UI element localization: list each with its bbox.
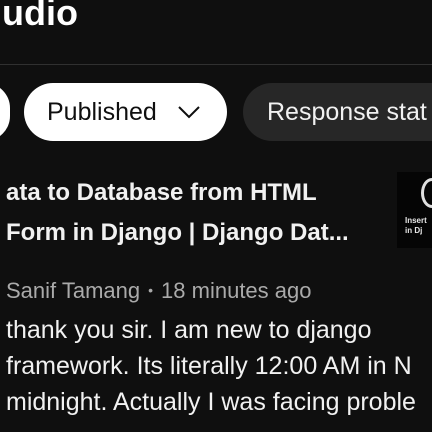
- comment-author[interactable]: Sanif Tamang: [6, 278, 140, 303]
- video-title-line-2: Form in Django | Django Dat...: [6, 219, 349, 246]
- video-title-line-1: ata to Database from HTML: [6, 179, 317, 206]
- comment-line: thank you sir. I am new to django: [6, 316, 372, 344]
- video-thumbnail[interactable]: Insert in Dj: [397, 172, 432, 248]
- comment-body: thank you sir. I am new to django framew…: [6, 312, 432, 420]
- filter-chip-offscreen[interactable]: [0, 83, 10, 141]
- comment-line: framework. Its literally 12:00 AM in N: [6, 352, 412, 380]
- chevron-down-icon: [177, 100, 201, 124]
- header-divider: [0, 64, 432, 65]
- thumbnail-graphic: [421, 178, 432, 208]
- published-filter-label: Published: [47, 97, 157, 126]
- studio-comments-screen: udio Published Response stat ata to Data…: [0, 0, 432, 432]
- meta-separator: •: [148, 282, 154, 298]
- thumbnail-text-line-1: Insert: [405, 216, 427, 225]
- published-filter-chip[interactable]: Published: [24, 83, 227, 141]
- response-status-filter-label: Response stat: [267, 97, 427, 126]
- response-status-filter-chip[interactable]: Response stat: [243, 83, 432, 141]
- comment-meta: Sanif Tamang • 18 minutes ago: [6, 278, 311, 304]
- thumbnail-text-line-2: in Dj: [405, 226, 423, 235]
- app-title: udio: [2, 0, 78, 33]
- comment-timestamp: 18 minutes ago: [161, 278, 312, 303]
- thumbnail-text: Insert in Dj: [405, 216, 427, 236]
- comment-line: midnight. Actually I was facing proble: [6, 388, 416, 416]
